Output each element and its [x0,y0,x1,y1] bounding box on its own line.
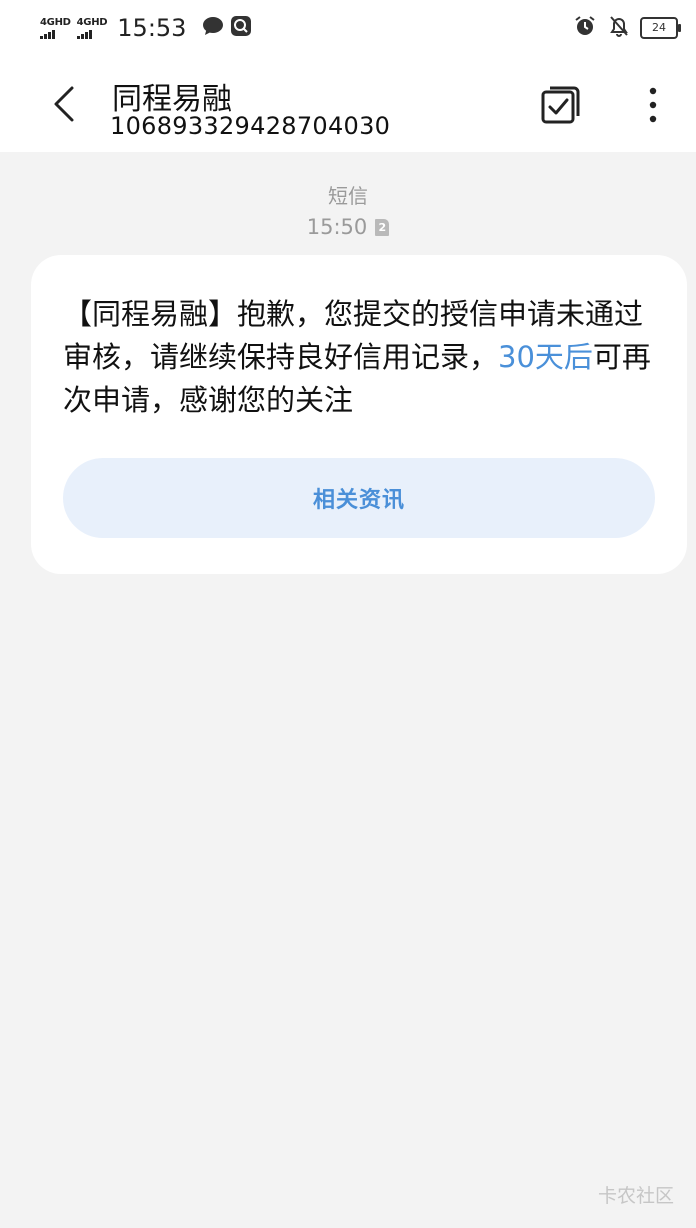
watermark: 卡农社区 [597,1185,674,1207]
bell-off-icon [608,15,630,41]
signal-2-icon: 4GHD [76,17,108,39]
select-check-icon [541,86,580,124]
network-type-2: 4GHD [76,17,108,28]
message-type: 短信 [328,184,368,208]
more-options-button[interactable] [640,86,666,126]
battery-icon: 24 [640,17,681,39]
signal-1-icon: 4GHD [40,17,71,39]
conversation-header: 同程易融 106893329428704030 [0,56,696,152]
search-app-icon [230,15,252,41]
back-arrow-icon [54,86,74,122]
status-time: 15:53 [117,14,187,42]
contact-number: 106893329428704030 [110,112,391,140]
status-bar: 4GHD 4GHD 15:53 24 [0,0,696,56]
select-button[interactable] [540,84,582,126]
alarm-icon [574,15,596,41]
back-button[interactable] [46,82,86,126]
message-text: 【同程易融】抱歉，您提交的授信申请未通过审核，请继续保持良好信用记录，30天后可… [63,293,663,422]
sim-card-icon: 2 [375,218,390,236]
message-link[interactable]: 30天后 [498,340,593,374]
more-vertical-icon [649,87,657,123]
message-bubble[interactable]: 【同程易融】抱歉，您提交的授信申请未通过审核，请继续保持良好信用记录，30天后可… [31,255,687,574]
message-time: 15:50 [306,215,368,239]
conversation-meta: 短信 15:50 2 [0,180,696,239]
network-type-1: 4GHD [40,17,71,28]
related-info-button[interactable]: 相关资讯 [63,458,655,538]
message-bubble-icon [202,16,224,40]
